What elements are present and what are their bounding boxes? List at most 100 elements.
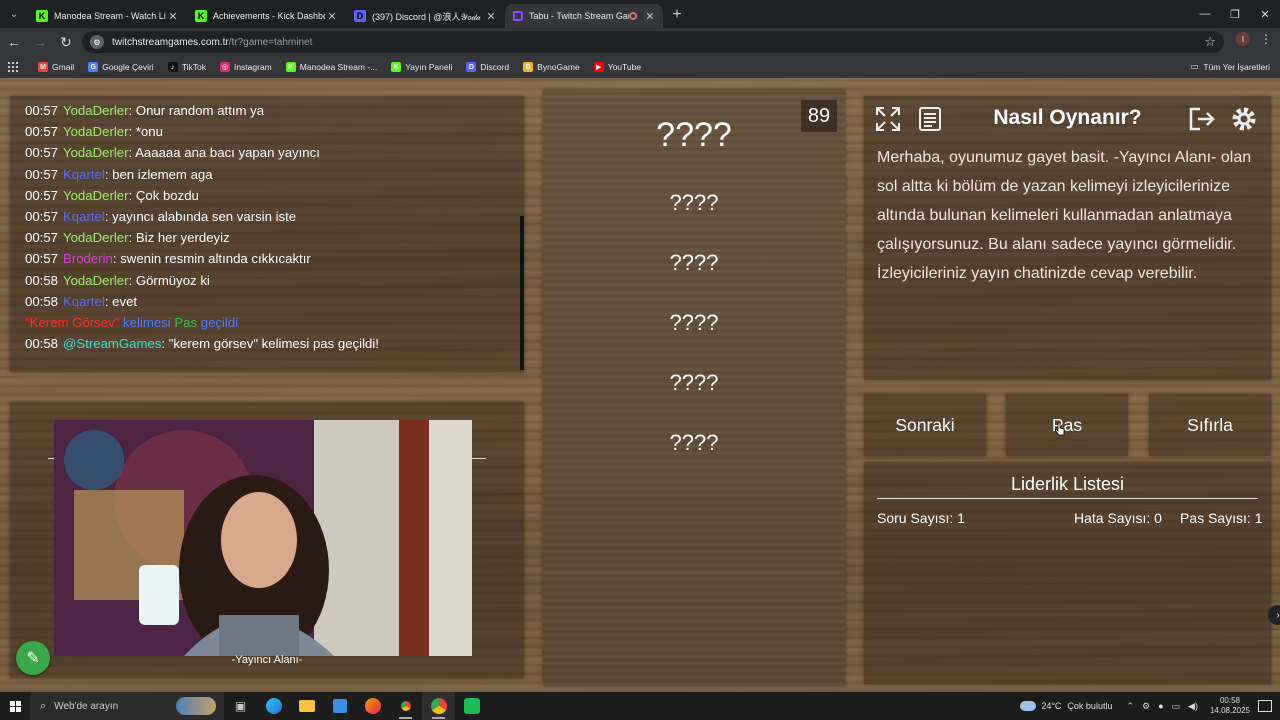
forbidden-word: ????	[669, 250, 719, 275]
network-icon[interactable]: ▭	[1172, 701, 1181, 712]
next-button[interactable]: Sonraki	[864, 394, 986, 456]
toolbar-right: I ⋮	[1236, 32, 1272, 46]
message-time: 00:57	[25, 145, 59, 161]
bookmark-item[interactable]: K Manodea Stream -...	[285, 62, 377, 72]
volume-icon[interactable]: ◀)	[1188, 701, 1198, 712]
webcam-video	[54, 420, 472, 656]
firefox-icon[interactable]	[356, 692, 389, 720]
tab-strip: ⌄ K Manodea Stream - Watch Live ✕ K Achievem…	[0, 0, 1280, 28]
bookmark-item[interactable]: ◎ Instagram	[219, 62, 272, 72]
back-icon[interactable]: ←	[2, 30, 26, 54]
message-username[interactable]: YodaDerler	[63, 273, 129, 288]
divider	[877, 498, 1258, 499]
streamer-area-label: -Yayıncı Alanı-	[231, 654, 303, 666]
pass-count: Pas Sayısı: 1	[1180, 510, 1263, 526]
forward-icon[interactable]: →	[28, 30, 52, 54]
bookmark-item[interactable]: D Discord	[466, 62, 509, 72]
forbidden-word: ????	[669, 190, 719, 215]
message-username[interactable]: YodaDerler	[63, 188, 129, 203]
all-bookmarks-button[interactable]: ▭ Tüm Yer İşaretleri	[1190, 61, 1270, 72]
how-to-play-panel: Nasıl Oynanır? Merhaba, oyunumuz gayet b…	[864, 96, 1271, 380]
profile-avatar[interactable]: I	[1236, 32, 1250, 46]
message-username[interactable]: @StreamGames	[63, 336, 161, 351]
chat-message: 00:57 YodaDerler: Çok bozdu	[25, 185, 515, 206]
apps-grid-icon[interactable]	[8, 62, 18, 72]
address-bar[interactable]: ⚙ twitchstreamgames.com.tr/tr?game=tahmi…	[82, 31, 1224, 53]
weather-widget[interactable]: 24°C Çok bulutlu	[1020, 701, 1112, 711]
close-tab-icon[interactable]: ✕	[484, 10, 498, 23]
bookmark-item[interactable]: M Gmail	[38, 62, 74, 72]
chat-panel: 00:57 YodaDerler: Onur random attım ya 00:…	[10, 96, 524, 372]
game-page: 00:57 YodaDerler: Onur random attım ya 00:…	[0, 78, 1280, 692]
close-window-icon[interactable]: ✕	[1250, 0, 1280, 28]
streaming-app-icon[interactable]	[455, 692, 488, 720]
browser-tab[interactable]: Tabu - Twitch Stream Game✕	[505, 4, 663, 28]
chrome-icon[interactable]	[422, 692, 455, 720]
bookmark-star-icon[interactable]: ☆	[1204, 34, 1216, 50]
exit-icon[interactable]	[1186, 104, 1218, 134]
pass-button[interactable]: Pas	[1006, 394, 1128, 456]
bookmark-item[interactable]: K Yayın Paneli	[391, 62, 452, 72]
close-tab-icon[interactable]: ✕	[643, 10, 657, 23]
message-time: 00:57	[25, 251, 59, 267]
file-explorer-icon[interactable]	[290, 692, 323, 720]
notification-icon[interactable]	[1258, 700, 1272, 712]
recording-icon	[629, 12, 637, 20]
message-username[interactable]: YodaDerler	[63, 230, 129, 245]
bookmark-item[interactable]: G Google Çeviri	[88, 62, 154, 72]
url-text: twitchstreamgames.com.tr/tr?game=tahmine…	[112, 36, 313, 48]
bookmark-item[interactable]: ♪ TikTok	[167, 62, 206, 72]
message-username[interactable]: Kqartel	[63, 209, 105, 224]
bookmark-favicon-icon: D	[466, 62, 477, 72]
chat-message: 00:57 YodaDerler: *onu	[25, 121, 515, 142]
bookmark-favicon-icon: ◎	[219, 62, 230, 72]
pen-edit-button[interactable]: ✎	[16, 641, 50, 675]
message-username[interactable]: Kqartel	[63, 167, 105, 182]
chrome-icon[interactable]	[389, 692, 422, 720]
edge-browser-icon[interactable]	[257, 692, 290, 720]
chat-scrollbar[interactable]	[520, 216, 524, 370]
message-username[interactable]: Kqartel	[63, 294, 105, 309]
task-view-icon[interactable]: ▣	[224, 692, 257, 720]
message-username[interactable]: YodaDerler	[63, 124, 129, 139]
question-count: Soru Sayısı: 1	[877, 510, 965, 526]
forbidden-word: ????	[669, 430, 719, 455]
webcam-image	[54, 420, 472, 656]
chat-message: 00:58 YodaDerler: Görmüyoz ki	[25, 270, 515, 291]
message-username[interactable]: Broderin	[63, 251, 113, 266]
settings-gear-icon[interactable]	[1228, 104, 1260, 134]
mouse-cursor-icon	[1055, 423, 1065, 436]
menu-kebab-icon[interactable]: ⋮	[1260, 32, 1272, 46]
site-info-icon[interactable]: ⚙	[90, 35, 104, 49]
chat-messages: 00:57 YodaDerler: Onur random attım ya 00:…	[25, 100, 515, 354]
close-tab-icon[interactable]: ✕	[325, 10, 339, 23]
bookmark-item[interactable]: ▶ YouTube	[593, 62, 641, 72]
chat-message: 00:57 Kqartel: yayıncı alabında sen varsi…	[25, 206, 515, 227]
browser-tab[interactable]: K Manodea Stream - Watch Live ✕	[28, 4, 186, 28]
browser-tab[interactable]: D (397) Discord | @浪人𝒴𝑜𝒹𝒶 ✕	[346, 4, 504, 28]
chat-message: 00:57 Kqartel: ben izlemem aga	[25, 164, 515, 185]
browser-tab[interactable]: KAchievements - Kick Dashboard✕	[187, 4, 345, 28]
message-username[interactable]: YodaDerler	[63, 103, 129, 118]
minimize-icon[interactable]: —	[1190, 0, 1220, 28]
reset-button[interactable]: Sıfırla	[1149, 394, 1271, 456]
clock[interactable]: 00:58 14.08.2025	[1210, 696, 1250, 716]
windows-start-icon[interactable]	[0, 692, 30, 720]
restore-icon[interactable]: ❐	[1220, 0, 1250, 28]
taskbar-search[interactable]: ⌕ Web'de arayın	[30, 692, 224, 720]
reload-icon[interactable]: ↻	[54, 30, 78, 54]
new-tab-button[interactable]: +	[664, 4, 690, 28]
chevron-up-icon[interactable]: ⌃	[1126, 701, 1134, 712]
word-panel: 89 ???? ???? ???? ???? ???? ????	[543, 90, 845, 686]
microphone-icon[interactable]: ●	[1158, 701, 1163, 711]
tray-app-icon[interactable]: ⚙	[1142, 701, 1150, 712]
system-message: "Kerem Görsev" kelimesi Pas geçildi	[25, 314, 239, 330]
bookmark-item[interactable]: B BynoGame	[523, 62, 580, 72]
bookmark-favicon-icon: ▶	[593, 62, 604, 72]
close-tab-icon[interactable]: ✕	[166, 10, 180, 23]
microsoft-store-icon[interactable]	[323, 692, 356, 720]
chat-message: 00:57 YodaDerler: Onur random attım ya	[25, 100, 515, 121]
message-username[interactable]: YodaDerler	[63, 145, 129, 160]
tab-search-icon[interactable]: ⌄	[0, 0, 28, 28]
message-text: : *onu	[128, 124, 163, 140]
